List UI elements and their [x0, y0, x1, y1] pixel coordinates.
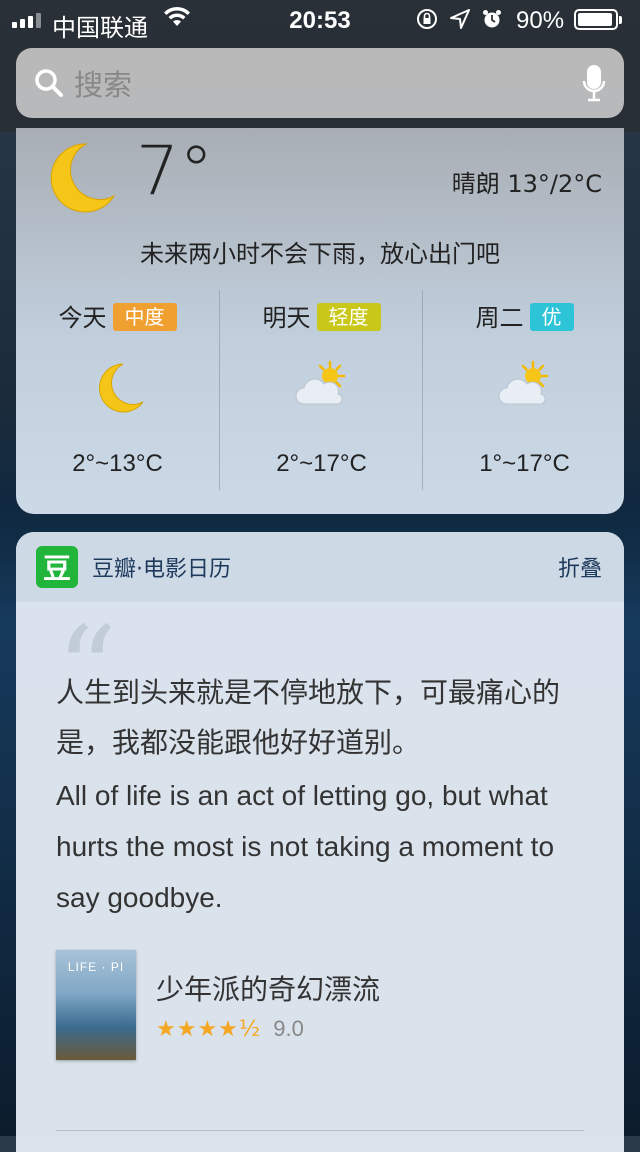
status-bar: 中国联通 20:53 90%: [0, 0, 640, 42]
day-name: 周二: [475, 304, 524, 332]
moon-icon: [16, 360, 219, 420]
temperature-range: 1°~17°C: [479, 450, 570, 477]
movie-title[interactable]: 少年派的奇幻漂流: [156, 968, 380, 1008]
search-icon: [35, 69, 63, 97]
aqi-badge: 轻度: [316, 303, 381, 331]
movie-rating: ★★★★½ 9.0: [156, 1016, 304, 1042]
current-temperature: 7°: [136, 132, 214, 211]
battery-percent: 90%: [516, 7, 565, 34]
divider: [56, 1130, 584, 1131]
search-input[interactable]: 搜索: [74, 62, 582, 104]
location-icon: [450, 9, 470, 29]
aqi-badge: 优: [529, 303, 574, 331]
forecast-day: 明天 轻度 2°~17°C: [219, 290, 423, 490]
temperature-range: 2°~17°C: [276, 450, 367, 477]
partly-cloudy-icon: [220, 360, 423, 414]
temperature-range: 2°~13°C: [72, 450, 163, 477]
star-rating-icon: ★★★★½: [156, 1016, 262, 1042]
partly-cloudy-icon: [423, 360, 624, 414]
alarm-icon: [483, 10, 501, 28]
douban-movie-calendar-widget[interactable]: 豆 豆瓣·电影日历 折叠 “ 人生到头来就是不停地放下，可最痛心的是，我都没能跟…: [16, 532, 624, 1152]
forecast-day: 周二优 1°~17°C: [422, 290, 624, 490]
weather-widget[interactable]: 7° 晴朗 13°/2°C 未来两小时不会下雨，放心出门吧 今天 中度 2°~13…: [16, 128, 624, 514]
rating-score: 9.0: [273, 1016, 304, 1041]
search-bar[interactable]: 搜索: [16, 48, 624, 118]
forecast-day: 今天 中度 2°~13°C: [16, 290, 219, 490]
widget-header: 豆 豆瓣·电影日历 折叠: [16, 532, 624, 602]
quote-chinese: 人生到头来就是不停地放下，可最痛心的是，我都没能跟他好好道别。: [56, 676, 561, 759]
day-name: 明天: [262, 304, 311, 332]
current-condition: 晴朗 13°/2°C: [451, 170, 602, 198]
battery-icon: [574, 9, 622, 30]
aqi-badge: 中度: [112, 303, 177, 331]
moon-icon: [50, 143, 116, 213]
widget-title: 豆瓣·电影日历: [92, 557, 231, 582]
rotation-lock-icon: [417, 9, 437, 29]
microphone-icon[interactable]: [582, 63, 606, 103]
movie-poster[interactable]: LIFE · PI: [56, 950, 136, 1060]
rain-forecast-message: 未来两小时不会下雨，放心出门吧: [140, 240, 500, 268]
day-name: 今天: [58, 304, 107, 332]
status-icons: [416, 8, 502, 30]
poster-title: LIFE · PI: [67, 960, 125, 974]
quote-english: All of life is an act of letting go, but…: [56, 780, 555, 913]
douban-logo: 豆: [36, 546, 78, 588]
collapse-button[interactable]: 折叠: [558, 551, 602, 583]
